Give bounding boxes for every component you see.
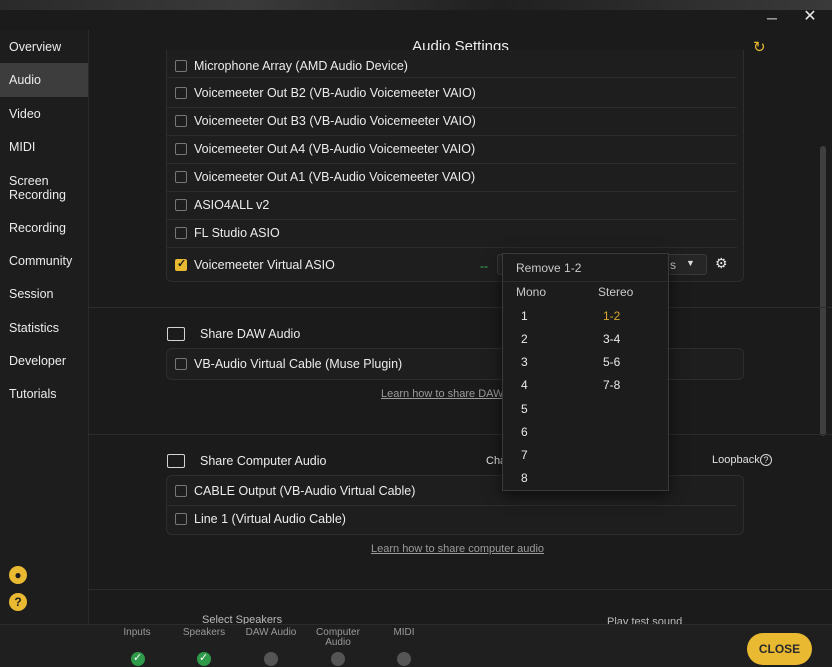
mono-option[interactable]: 2 (521, 332, 528, 346)
checkbox[interactable] (175, 60, 187, 72)
step-label: MIDI (393, 627, 415, 638)
list-item[interactable]: Line 1 (Virtual Audio Cable) (167, 506, 737, 534)
mono-header: Mono (516, 285, 547, 299)
sidebar-item-session[interactable]: Session (0, 287, 88, 301)
sidebar-item-developer[interactable]: Developer (0, 354, 88, 368)
sidebar-item-community[interactable]: Community (0, 254, 88, 268)
divider (89, 434, 832, 435)
checkbox-checked[interactable] (175, 257, 187, 271)
stereo-option[interactable]: 7-8 (603, 378, 620, 392)
sidebar-item-statistics[interactable]: Statistics (0, 321, 88, 335)
stereo-header: Stereo (598, 285, 634, 299)
gear-icon[interactable]: ⚙ (715, 255, 728, 272)
section-title-share-computer: Share Computer Audio (200, 454, 327, 468)
section-title-share-daw: Share DAW Audio (200, 327, 301, 341)
checkbox[interactable] (175, 485, 187, 497)
mono-option[interactable]: 3 (521, 355, 528, 369)
sidebar-item-midi[interactable]: MIDI (0, 140, 88, 154)
close-window-button[interactable]: ✕ (800, 6, 820, 26)
daw-share-icon (167, 327, 185, 341)
minimize-button[interactable]: ─ (762, 8, 782, 28)
remove-channel-option[interactable]: Remove 1-2 (503, 254, 668, 282)
step-label: DAW Audio (245, 627, 297, 638)
step-daw-audio-icon[interactable] (264, 652, 278, 666)
scrollbar[interactable] (820, 146, 826, 436)
sidebar-item-screen-recording[interactable]: Screen Recording (0, 174, 70, 202)
checkbox[interactable] (175, 513, 187, 525)
input-level-meter: -- (480, 259, 488, 273)
list-item[interactable]: Voicemeeter Out B3 (VB-Audio Voicemeeter… (167, 108, 737, 136)
step-label: Inputs (123, 627, 151, 638)
sidebar-item-overview[interactable]: Overview (0, 40, 88, 54)
account-icon[interactable]: ● (9, 566, 27, 584)
checkbox[interactable] (175, 143, 187, 155)
settings-content: Audio Settings ↻ Microphone Array (AMD A… (89, 30, 832, 624)
mono-option[interactable]: 6 (521, 425, 528, 439)
checkbox[interactable] (175, 227, 187, 239)
channel-dropdown-menu: Remove 1-2 Mono Stereo 1 2 3 4 5 6 7 8 1… (502, 253, 669, 491)
list-item[interactable]: Microphone Array (AMD Audio Device) (167, 50, 737, 78)
help-icon[interactable]: ? (9, 593, 27, 611)
list-item[interactable]: Voicemeeter Out A4 (VB-Audio Voicemeeter… (167, 136, 737, 164)
sidebar-item-recording[interactable]: Recording (0, 221, 88, 235)
loopback-label: Loopback (712, 454, 760, 466)
list-item[interactable]: Voicemeeter Out A1 (VB-Audio Voicemeeter… (167, 164, 737, 192)
refresh-icon[interactable]: ↻ (753, 38, 766, 56)
list-item[interactable]: Voicemeeter Out B2 (VB-Audio Voicemeeter… (167, 80, 737, 108)
learn-share-daw-link[interactable]: Learn how to share DAW (381, 388, 503, 400)
sidebar-item-audio[interactable]: Audio (0, 63, 88, 97)
step-midi-icon[interactable] (397, 652, 411, 666)
step-speakers-done-icon[interactable] (197, 651, 211, 666)
checkbox[interactable] (175, 358, 187, 370)
step-inputs-done-icon[interactable] (131, 651, 145, 666)
mono-option[interactable]: 8 (521, 471, 528, 485)
step-label: Computer Audio (316, 627, 360, 648)
close-button[interactable]: CLOSE (747, 633, 812, 665)
setup-progress-bar: Inputs Speakers DAW Audio Computer Audio… (0, 624, 832, 667)
step-label: Speakers (182, 627, 226, 638)
sidebar-item-tutorials[interactable]: Tutorials (0, 387, 88, 401)
desktop-background-strip (0, 0, 832, 10)
checkbox[interactable] (175, 87, 187, 99)
step-computer-audio-icon[interactable] (331, 652, 345, 666)
list-item[interactable]: ASIO4ALL v2 (167, 192, 737, 220)
divider (89, 589, 832, 590)
mono-option[interactable]: 1 (521, 309, 528, 323)
learn-share-computer-link[interactable]: Learn how to share computer audio (371, 543, 544, 555)
mono-option[interactable]: 5 (521, 402, 528, 416)
list-item[interactable]: FL Studio ASIO (167, 220, 737, 248)
checkbox[interactable] (175, 199, 187, 211)
stereo-option-selected[interactable]: 1-2 (603, 309, 620, 323)
stereo-option[interactable]: 3-4 (603, 332, 620, 346)
speaker-monitor-icon (167, 454, 185, 468)
sidebar-item-video[interactable]: Video (0, 107, 88, 121)
sidebar: Overview Audio Video MIDI Screen Recordi… (0, 30, 89, 624)
checkbox[interactable] (175, 115, 187, 127)
checkbox[interactable] (175, 171, 187, 183)
mono-option[interactable]: 7 (521, 448, 528, 462)
help-icon[interactable]: ? (760, 454, 772, 466)
input-device-list: Microphone Array (AMD Audio Device) Voic… (166, 50, 744, 282)
chevron-down-icon: ▼ (686, 258, 695, 268)
section-title-select-speakers: Select Speakers (202, 614, 283, 624)
divider (89, 307, 832, 308)
play-test-sound-button[interactable]: Play test sound (607, 616, 682, 624)
stereo-option[interactable]: 5-6 (603, 355, 620, 369)
mono-option[interactable]: 4 (521, 378, 528, 392)
